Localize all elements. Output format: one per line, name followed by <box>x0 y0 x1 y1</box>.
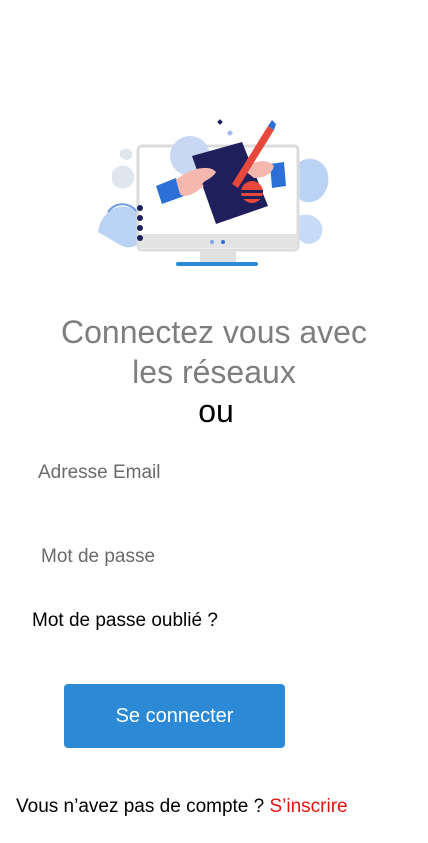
email-field[interactable] <box>28 451 400 495</box>
title-line-2: les réseaux <box>132 354 296 390</box>
page-title: Connectez vous avec les réseaux <box>0 312 428 392</box>
or-separator: ou <box>198 393 234 429</box>
computer-illustration <box>98 119 329 266</box>
hero-illustration <box>92 112 338 272</box>
signup-link[interactable]: S’inscrire <box>270 796 348 817</box>
login-button[interactable]: Se connecter <box>64 684 285 748</box>
title-line-1: Connectez vous avec <box>61 314 367 350</box>
forgot-password-link[interactable]: Mot de passe oublié ? <box>32 610 218 632</box>
signup-row: Vous n’avez pas de compte ? S’inscrire <box>16 796 348 818</box>
signup-prompt: Vous n’avez pas de compte ? <box>16 796 270 817</box>
password-field[interactable] <box>28 535 400 579</box>
